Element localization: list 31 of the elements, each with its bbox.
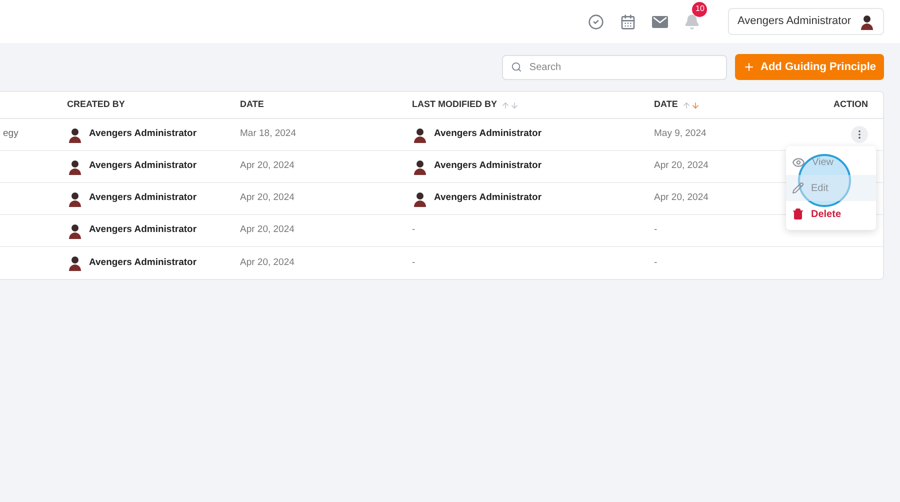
table-cell: May 9, 2024 xyxy=(654,128,706,140)
search-field[interactable]: Search xyxy=(502,54,726,80)
table-cell-text: Avengers Administrator xyxy=(434,191,542,206)
column-header[interactable]: ACTION xyxy=(834,98,868,112)
column-header[interactable]: CREATED BY xyxy=(67,98,125,112)
table-cell-text: Avengers Administrator xyxy=(89,127,197,142)
table-cell: egy xyxy=(3,128,18,140)
menu-item[interactable]: Delete xyxy=(786,201,876,227)
table-cell-text: Avengers Administrator xyxy=(89,159,197,174)
table-cell-text: - xyxy=(412,223,416,238)
search-input[interactable]: Search xyxy=(529,60,718,74)
notification-badge: 10 xyxy=(692,2,708,16)
user-menu-button[interactable]: Avengers Administrator xyxy=(728,8,884,35)
table-cell: Apr 20, 2024 xyxy=(240,256,294,268)
table-cell: Mar 18, 2024 xyxy=(240,128,296,140)
table-cell: Apr 20, 2024 xyxy=(240,192,294,204)
table-cell: Apr 20, 2024 xyxy=(240,160,294,172)
table-cell-text: Avengers Administrator xyxy=(89,256,197,270)
column-header[interactable]: DATE xyxy=(240,98,264,112)
table-cell: Apr 20, 2024 xyxy=(654,192,708,204)
column-header[interactable]: LAST MODIFIED BY xyxy=(412,98,497,112)
table-cell: - xyxy=(654,224,658,236)
table-cell-text: Avengers Administrator xyxy=(434,159,542,174)
table-cell-text: - xyxy=(412,256,416,270)
table-cell: Apr 20, 2024 xyxy=(654,160,708,172)
table-cell-text: Avengers Administrator xyxy=(89,223,197,238)
table-cell: Apr 20, 2024 xyxy=(240,224,294,236)
table-cell-text: Avengers Administrator xyxy=(89,191,197,206)
column-header[interactable]: DATE xyxy=(654,98,678,112)
table-cell: - xyxy=(654,256,658,268)
table-cell-text: Avengers Administrator xyxy=(434,127,542,142)
